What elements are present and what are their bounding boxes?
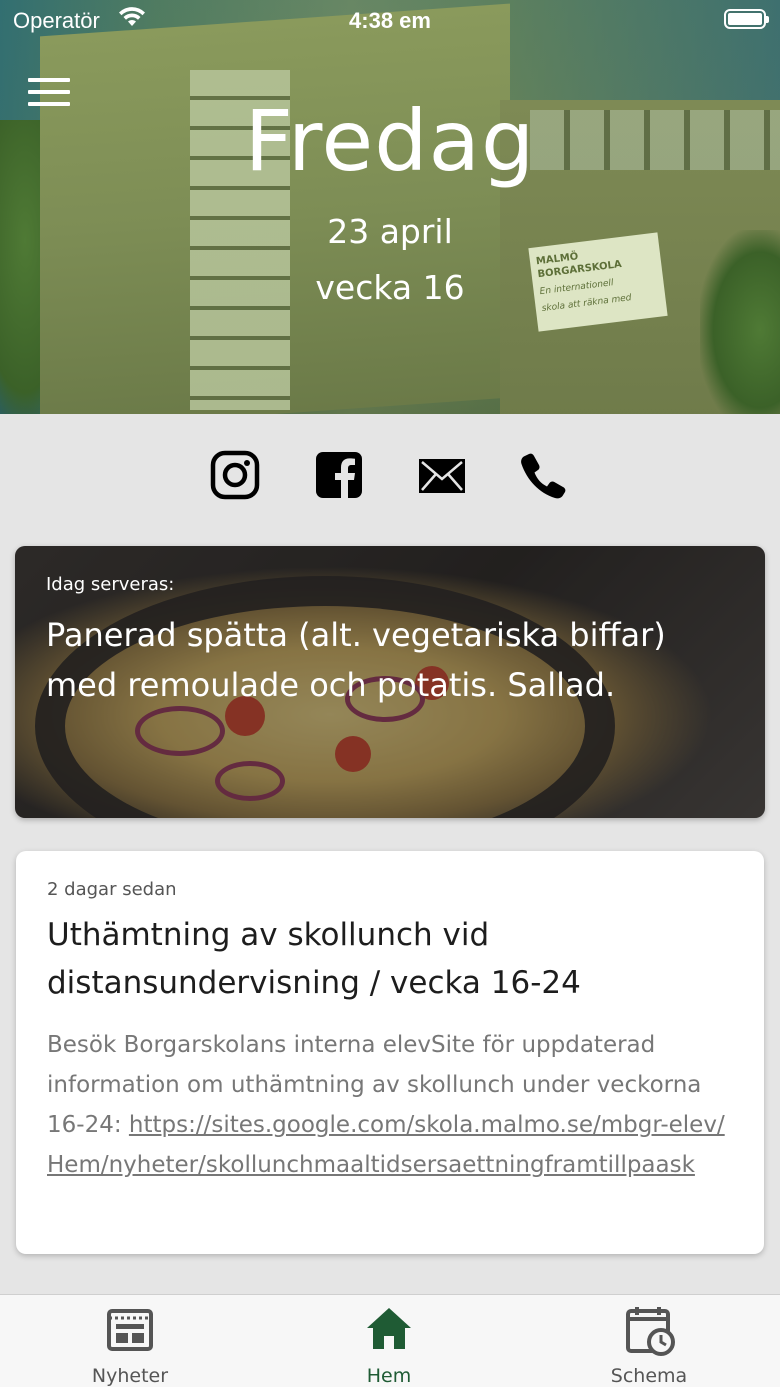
- status-bar: Operatör 4:38 em: [0, 0, 780, 40]
- tab-bar: Nyheter Hem Schema: [0, 1294, 780, 1387]
- tab-schedule[interactable]: Schema: [549, 1295, 749, 1387]
- news-card[interactable]: 2 dagar sedan Uthämtning av skollunch vi…: [16, 851, 764, 1254]
- news-link[interactable]: https://sites.google.com/skola.malmo.se/…: [47, 1112, 725, 1178]
- schedule-icon: [626, 1307, 675, 1356]
- instagram-icon[interactable]: [210, 450, 262, 502]
- status-time: 4:38 em: [349, 8, 431, 33]
- news-icon: [107, 1309, 153, 1351]
- weekday-title: Fredag: [244, 92, 536, 190]
- social-links: [0, 450, 780, 504]
- lunch-card[interactable]: Idag serveras: Panerad spätta (alt. vege…: [15, 546, 765, 818]
- home-icon: [367, 1308, 411, 1349]
- tree-image: [700, 230, 780, 414]
- tab-news[interactable]: Nyheter: [30, 1295, 230, 1387]
- news-body: Besök Borgarskolans interna elevSite för…: [47, 1025, 737, 1185]
- phone-icon[interactable]: [518, 450, 570, 502]
- tab-label: Hem: [366, 1365, 412, 1387]
- tab-label: Schema: [610, 1365, 688, 1387]
- news-timestamp: 2 dagar sedan: [47, 879, 177, 900]
- lunch-dish: Panerad spätta (alt. vegetariska biffar)…: [46, 616, 666, 704]
- week-label: vecka 16: [315, 268, 465, 307]
- tab-label: Nyheter: [91, 1365, 169, 1387]
- lunch-label: Idag serveras:: [46, 574, 175, 595]
- battery-icon: [724, 9, 769, 29]
- mail-icon[interactable]: [416, 450, 468, 502]
- news-title: Uthämtning av skollunch vid distansunder…: [47, 917, 581, 1001]
- hero-banner: MALMÖ BORGARSKOLA En internationell skol…: [0, 0, 780, 414]
- facebook-icon[interactable]: [314, 450, 366, 502]
- tab-home[interactable]: Hem: [289, 1295, 489, 1387]
- date-label: 23 april: [327, 212, 453, 251]
